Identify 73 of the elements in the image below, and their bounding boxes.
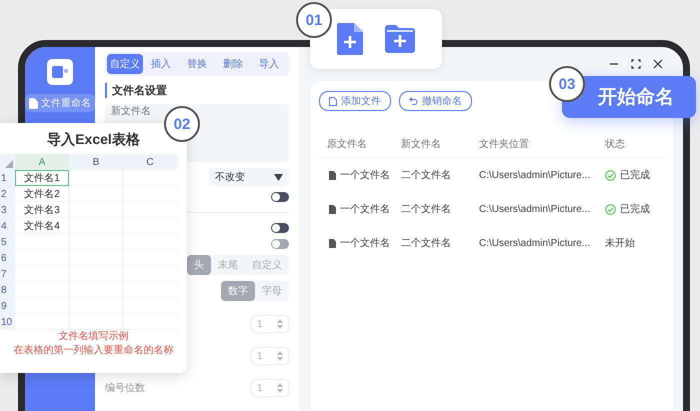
field-label: 编号位数	[105, 382, 145, 395]
row-number: 4	[0, 218, 15, 234]
file-icon	[329, 238, 336, 248]
table-cell-text: C:\Users\admin\Picture...	[479, 204, 592, 214]
tab[interactable]: 导入	[251, 54, 287, 74]
table-cell-text: C:\Users\admin\Picture...	[479, 238, 592, 248]
status-text: 已完成	[620, 168, 650, 182]
file-icon	[329, 204, 336, 214]
position-option[interactable]: 头	[187, 255, 211, 275]
row-number: 10	[0, 314, 15, 330]
table-cell-text: 一个文件名	[340, 168, 390, 182]
row-number: 9	[0, 298, 15, 314]
row-number: 8	[0, 282, 15, 298]
column-header: 原文件名	[326, 138, 368, 151]
row-number: 6	[0, 250, 15, 266]
sheet-cell[interactable]: 文件名2	[15, 186, 69, 202]
stepper-arrows-icon[interactable]	[277, 383, 283, 393]
position-option[interactable]: 自定义	[245, 255, 289, 275]
row-number: 1	[0, 170, 15, 186]
toolbar-button[interactable]: 撤销命名	[399, 91, 472, 111]
table-cell-text: 二个文件名	[401, 236, 452, 250]
document-icon	[29, 98, 38, 108]
hint-text: 文件名填写示例	[58, 330, 128, 344]
column-header: 新文件名	[401, 138, 442, 151]
toolbar-button[interactable]: 添加文件	[319, 91, 391, 111]
status-text: 未开始	[605, 236, 635, 250]
hint-text: 在表格的第一列输入要重命名的名称	[14, 344, 174, 358]
column-header: 文件夹位置	[479, 138, 530, 151]
table-cell-text: 二个文件名	[401, 202, 452, 216]
step-badge: 01	[296, 2, 332, 38]
table-cell-text: 一个文件名	[340, 236, 390, 250]
caret-icon	[274, 174, 283, 180]
sheet-cell[interactable]: 文件名1	[15, 170, 69, 186]
position-option[interactable]: 末尾	[211, 255, 245, 275]
table-cell-text: C:\Users\admin\Picture...	[479, 170, 592, 180]
sidebar-item[interactable]: 文件重命名	[25, 94, 95, 112]
toggle-switch[interactable]	[271, 192, 289, 202]
row-number: 5	[0, 234, 15, 250]
sheet-cell[interactable]: 文件名4	[15, 218, 69, 234]
tab[interactable]: 删除	[215, 54, 251, 74]
section-title: 文件名设置	[105, 83, 289, 98]
toggle-switch[interactable]	[271, 223, 289, 233]
row-number: 3	[0, 202, 15, 218]
add-folder-icon[interactable]	[385, 25, 415, 53]
row-number: 7	[0, 266, 15, 282]
app-logo-icon	[47, 59, 73, 85]
maximize-icon[interactable]	[631, 59, 641, 69]
number-stepper[interactable]: 1	[251, 315, 289, 333]
stepper-arrows-icon[interactable]	[277, 351, 283, 361]
case-dropdown[interactable]: 不改变	[209, 168, 289, 186]
table-cell-text: 二个文件名	[401, 168, 452, 182]
file-icon	[329, 96, 337, 106]
numbering-type-option[interactable]: 数字	[221, 281, 255, 301]
file-icon	[329, 170, 336, 180]
number-stepper[interactable]: 1	[251, 347, 289, 365]
tab[interactable]: 替换	[179, 54, 215, 74]
column-header: C	[123, 154, 177, 170]
status-text: 已完成	[620, 202, 650, 216]
corner-triangle-icon	[5, 160, 13, 168]
column-header: A	[15, 154, 69, 170]
number-stepper[interactable]: 1	[251, 379, 289, 397]
column-header: 状态	[605, 138, 626, 151]
tab[interactable]: 自定义	[107, 54, 143, 74]
numbering-type-option[interactable]: 字母	[255, 281, 289, 301]
stepper-arrows-icon[interactable]	[277, 319, 283, 329]
tab[interactable]: 插入	[143, 54, 179, 74]
column-header: B	[69, 154, 123, 170]
undo-icon	[409, 97, 418, 105]
sheet-cell[interactable]: 文件名3	[15, 202, 69, 218]
close-icon[interactable]	[653, 59, 663, 69]
row-number: 2	[0, 186, 15, 202]
add-file-icon[interactable]	[337, 23, 363, 55]
table-cell-text: 一个文件名	[340, 202, 390, 216]
